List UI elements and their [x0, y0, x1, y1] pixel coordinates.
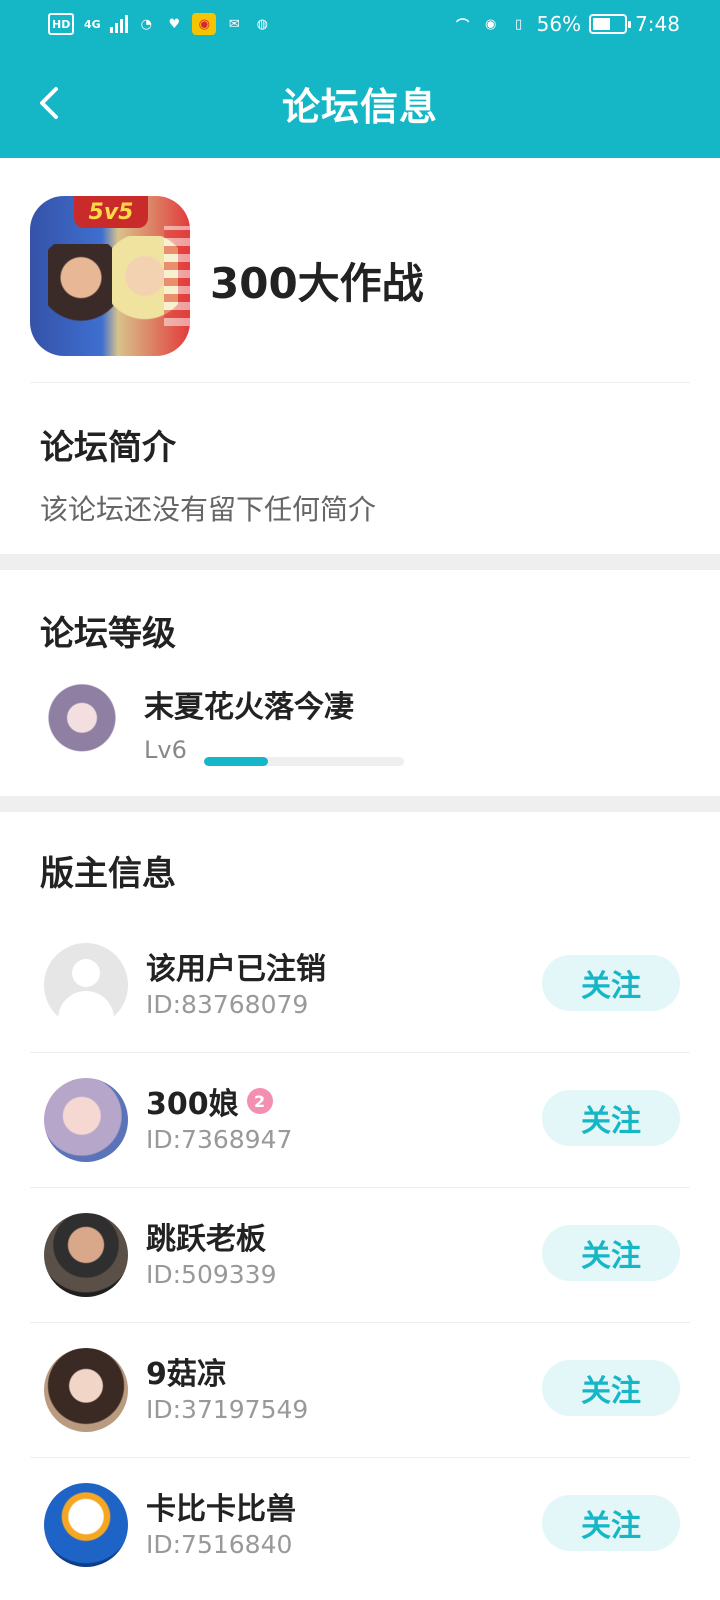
section-separator: [0, 796, 720, 812]
activity-icon: ◔: [140, 16, 153, 32]
battery-icon: [589, 14, 632, 34]
nav-bar: 论坛信息: [0, 48, 720, 158]
moderator-id: ID:83768079: [146, 990, 309, 1019]
level-label: Lv6: [144, 736, 187, 764]
level-user-avatar[interactable]: [44, 680, 120, 764]
moderator-id: ID:37197549: [146, 1395, 309, 1424]
moderator-row[interactable]: 9菇凉 ID:37197549 关注: [30, 1323, 690, 1458]
page-title: 论坛信息: [281, 84, 438, 129]
follow-button[interactable]: 关注: [542, 1360, 680, 1416]
wechat-icon: ✉: [228, 16, 240, 32]
moderator-name: 卡比卡比兽: [146, 1492, 296, 1527]
vibrate-icon: ▯: [515, 16, 523, 32]
moderator-row[interactable]: 300娘 2 ID:7368947 关注: [30, 1053, 690, 1188]
moderator-name: 300娘 2: [146, 1079, 273, 1123]
intro-text: 该论坛还没有留下任何简介: [40, 493, 377, 526]
section-separator: [0, 554, 720, 570]
status-bar: HD 4G ◔ ♥ ◉ ✉ ◍ ⌒ ◉ ▯ 56% 7:48: [0, 0, 720, 48]
moderator-id: ID:7368947: [146, 1125, 293, 1154]
follow-button[interactable]: 关注: [542, 1090, 680, 1146]
chevron-left-icon: [40, 87, 58, 119]
back-button[interactable]: [24, 78, 74, 128]
woman-avatar[interactable]: [44, 1348, 128, 1432]
intro-title: 论坛简介: [40, 428, 176, 468]
network-type: 4G: [84, 17, 101, 31]
forum-logo[interactable]: 5v5: [30, 196, 190, 356]
logo-badge: 5v5: [74, 196, 148, 228]
moderator-id: ID:509339: [146, 1260, 277, 1289]
moderator-list: 该用户已注销 ID:83768079 关注 300娘 2 ID:7368947 …: [30, 918, 690, 1593]
hd-icon: HD: [48, 13, 75, 35]
headphones-icon: ⌒: [456, 18, 470, 34]
moderator-id: ID:7516840: [146, 1530, 293, 1559]
divider: [30, 382, 690, 383]
level-badge: 2: [246, 1088, 273, 1114]
logo-checker-pattern: [164, 226, 190, 326]
default-avatar[interactable]: [44, 943, 128, 1027]
moderator-row[interactable]: 该用户已注销 ID:83768079 关注: [30, 918, 690, 1053]
moderator-row[interactable]: 卡比卡比兽 ID:7516840 关注: [30, 1458, 690, 1593]
globe-icon: ◍: [256, 16, 269, 32]
moderator-name: 该用户已注销: [146, 952, 326, 987]
heart-icon: ♥: [168, 16, 181, 32]
anime-avatar[interactable]: [44, 1078, 128, 1162]
man-avatar[interactable]: [44, 1213, 128, 1297]
moderator-row[interactable]: 跳跃老板 ID:509339 关注: [30, 1188, 690, 1323]
follow-button[interactable]: 关注: [542, 1495, 680, 1551]
level-progress-fill: [204, 757, 268, 766]
level-progress-bar: [204, 757, 404, 766]
signal-icon: [110, 15, 129, 33]
eye-icon: ◉: [484, 16, 497, 32]
clock: 7:48: [635, 12, 680, 36]
follow-button[interactable]: 关注: [542, 1225, 680, 1281]
duck-avatar[interactable]: [44, 1483, 128, 1567]
moderator-name: 跳跃老板: [146, 1222, 266, 1257]
level-title: 论坛等级: [40, 614, 176, 654]
logo-character-left: [48, 244, 114, 340]
level-user-name[interactable]: 末夏花火落今凄: [144, 682, 354, 726]
moderator-name: 9菇凉: [146, 1357, 227, 1392]
moderators-title: 版主信息: [40, 854, 176, 894]
status-bar-right: ⌒ ◉ ▯ 56% 7:48: [453, 12, 680, 36]
follow-button[interactable]: 关注: [542, 955, 680, 1011]
weibo-icon: ◉: [192, 13, 217, 35]
status-bar-left: HD 4G ◔ ♥ ◉ ✉ ◍: [48, 13, 272, 35]
battery-percent: 56%: [536, 12, 582, 36]
forum-name: 300大作战: [210, 259, 424, 308]
forum-header: 5v5 300大作战: [30, 196, 690, 382]
